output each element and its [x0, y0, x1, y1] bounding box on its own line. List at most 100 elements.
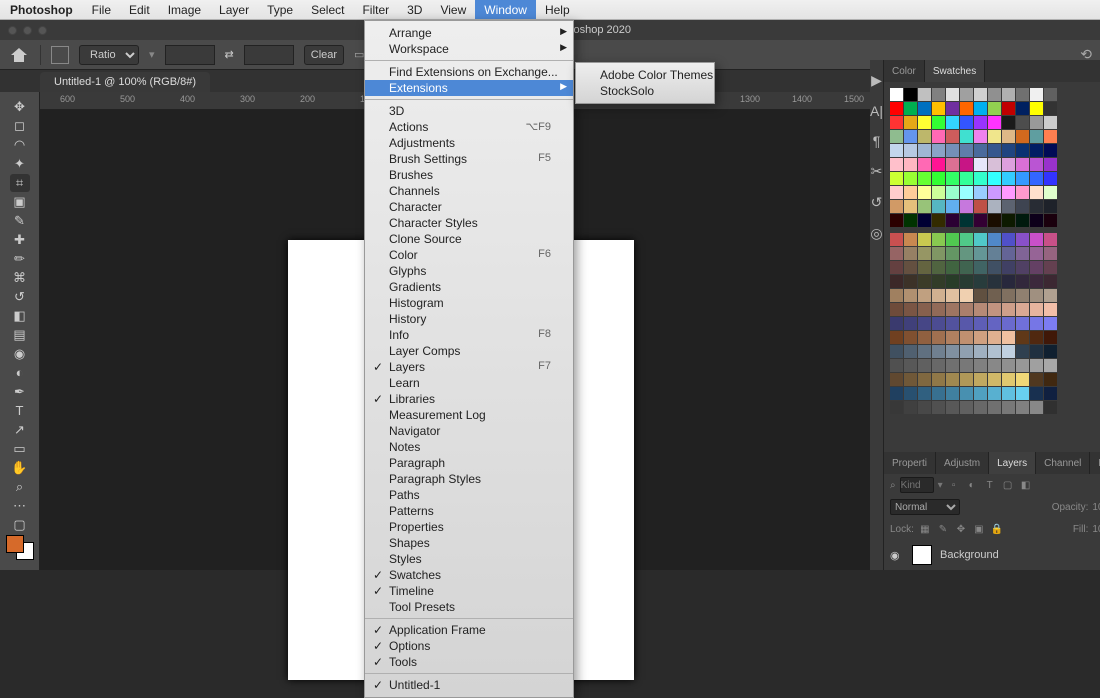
stamp-tool[interactable]: ⌘: [10, 269, 30, 287]
swatch[interactable]: [960, 88, 973, 101]
swatch[interactable]: [1044, 102, 1057, 115]
swatch[interactable]: [960, 200, 973, 213]
swatch[interactable]: [988, 331, 1001, 344]
swatches-tab[interactable]: Swatches: [925, 60, 985, 82]
filter-shape-icon[interactable]: ▢: [1001, 480, 1015, 491]
swatch[interactable]: [946, 130, 959, 143]
swatch[interactable]: [1044, 303, 1057, 316]
swatch[interactable]: [960, 261, 973, 274]
swatch[interactable]: [904, 275, 917, 288]
panel-tab-paths[interactable]: Paths: [1090, 452, 1100, 474]
swatch[interactable]: [1002, 387, 1015, 400]
swatch[interactable]: [946, 247, 959, 260]
swatch[interactable]: [1030, 303, 1043, 316]
swatch[interactable]: [1016, 186, 1029, 199]
swatch[interactable]: [890, 247, 903, 260]
swatch[interactable]: [904, 116, 917, 129]
chevron-down-icon[interactable]: ▾: [938, 480, 943, 491]
swatch[interactable]: [904, 247, 917, 260]
move-tool[interactable]: ✥: [10, 98, 30, 116]
swatch[interactable]: [1030, 214, 1043, 227]
swatch[interactable]: [1016, 275, 1029, 288]
close-window-icon[interactable]: [8, 26, 17, 35]
menuitem-swatches[interactable]: Swatches: [365, 567, 573, 583]
swatch[interactable]: [1016, 331, 1029, 344]
swatch[interactable]: [932, 186, 945, 199]
swatch[interactable]: [974, 247, 987, 260]
swatch[interactable]: [946, 373, 959, 386]
opacity-value[interactable]: 100%: [1092, 502, 1100, 513]
swatch[interactable]: [974, 144, 987, 157]
swatch[interactable]: [1044, 317, 1057, 330]
swatch[interactable]: [932, 172, 945, 185]
swatch[interactable]: [1016, 158, 1029, 171]
swatch[interactable]: [904, 214, 917, 227]
swatch[interactable]: [932, 200, 945, 213]
swatch[interactable]: [1030, 130, 1043, 143]
swatch[interactable]: [904, 144, 917, 157]
swatch[interactable]: [904, 345, 917, 358]
swatch[interactable]: [1044, 116, 1057, 129]
menu-file[interactable]: File: [83, 0, 120, 19]
swatch[interactable]: [1016, 359, 1029, 372]
swatch[interactable]: [1044, 289, 1057, 302]
swatch[interactable]: [1030, 275, 1043, 288]
swatch[interactable]: [1044, 158, 1057, 171]
swatch[interactable]: [988, 401, 1001, 414]
swatch[interactable]: [974, 261, 987, 274]
swatch[interactable]: [960, 186, 973, 199]
document-tab[interactable]: Untitled-1 @ 100% (RGB/8#): [40, 72, 210, 92]
swatch[interactable]: [1016, 88, 1029, 101]
panel-tab-channel[interactable]: Channel: [1036, 452, 1090, 474]
eyedropper-tool[interactable]: ✎: [10, 212, 30, 230]
swatch[interactable]: [960, 303, 973, 316]
swatch[interactable]: [918, 359, 931, 372]
hand-tool[interactable]: ✋: [10, 459, 30, 477]
swatch[interactable]: [1030, 200, 1043, 213]
swatch[interactable]: [918, 130, 931, 143]
swatch[interactable]: [918, 345, 931, 358]
swatch[interactable]: [1030, 387, 1043, 400]
eraser-tool[interactable]: ◧: [10, 307, 30, 325]
swatch[interactable]: [988, 317, 1001, 330]
menuitem-application-frame[interactable]: Application Frame: [365, 622, 573, 638]
swatch[interactable]: [960, 331, 973, 344]
menuitem-styles[interactable]: Styles: [365, 551, 573, 567]
lock-transparency-icon[interactable]: ▦: [918, 524, 932, 535]
more-tool[interactable]: ⋯: [10, 497, 30, 515]
swatch[interactable]: [974, 289, 987, 302]
swatch[interactable]: [946, 331, 959, 344]
menuitem-find-extensions-on-exchange-[interactable]: Find Extensions on Exchange...: [365, 64, 573, 80]
menuitem-properties[interactable]: Properties: [365, 519, 573, 535]
swatch[interactable]: [988, 247, 1001, 260]
heal-tool[interactable]: ✚: [10, 231, 30, 249]
layer-thumbnail[interactable]: [912, 545, 932, 565]
swatch[interactable]: [946, 200, 959, 213]
swatch[interactable]: [932, 247, 945, 260]
swatch[interactable]: [1002, 102, 1015, 115]
foreground-background-swatch[interactable]: [6, 535, 34, 560]
shape-tool[interactable]: ▭: [10, 440, 30, 458]
swatch[interactable]: [1002, 88, 1015, 101]
swatch[interactable]: [1044, 130, 1057, 143]
swatch[interactable]: [946, 88, 959, 101]
swatch[interactable]: [960, 401, 973, 414]
swatch[interactable]: [904, 373, 917, 386]
swatch[interactable]: [1002, 116, 1015, 129]
swatch[interactable]: [918, 144, 931, 157]
lock-artboard-icon[interactable]: ▣: [972, 524, 986, 535]
swatch[interactable]: [1002, 247, 1015, 260]
swatch[interactable]: [1016, 233, 1029, 246]
swatch[interactable]: [918, 331, 931, 344]
swatch[interactable]: [946, 214, 959, 227]
swatch[interactable]: [932, 261, 945, 274]
swatch[interactable]: [1016, 102, 1029, 115]
swatch[interactable]: [988, 373, 1001, 386]
menuitem-learn[interactable]: Learn: [365, 375, 573, 391]
swatch[interactable]: [988, 88, 1001, 101]
swatch[interactable]: [1002, 317, 1015, 330]
menuitem-workspace[interactable]: Workspace▶: [365, 41, 573, 57]
swatch[interactable]: [1016, 116, 1029, 129]
swatch[interactable]: [974, 317, 987, 330]
swatch[interactable]: [1030, 401, 1043, 414]
